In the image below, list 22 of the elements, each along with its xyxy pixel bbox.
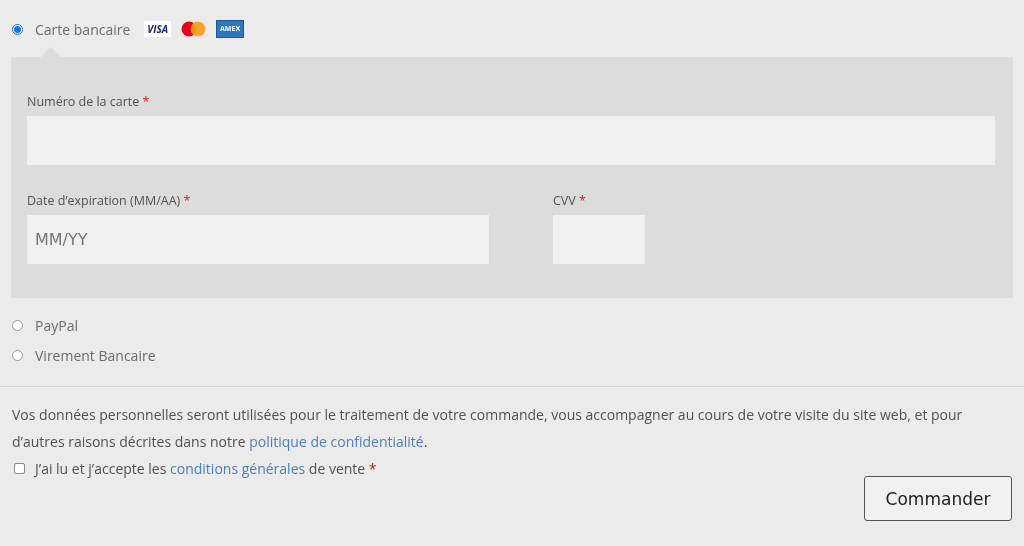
input-field[interactable]: MM/YY <box>27 215 489 264</box>
payment-option-label[interactable]: Carte bancaire <box>35 19 131 39</box>
required-mark: * <box>579 192 586 209</box>
field-label: Numéro de la carte <box>27 93 140 110</box>
privacy-notice: Vos données personnelles seront utilisées pour le traitement de votre commande, vous accompagner au cours de votre visite du site web, et pour d’autres raisons décrites dans notre politique de confidentialité. <box>12 404 964 453</box>
privacy-policy-link[interactable]: politique de confidentialité <box>249 432 424 451</box>
field-label: Date d’expiration (MM/AA) <box>27 192 181 209</box>
terms-label: J’ai lu et j’accepte les conditions générales de vente <box>35 459 366 478</box>
radio-button[interactable] <box>12 319 23 331</box>
payment-option-label[interactable]: PayPal <box>35 315 78 335</box>
radio-button[interactable] <box>12 23 23 35</box>
visa-logo: VISA <box>144 21 172 37</box>
order-button[interactable]: Commander <box>864 476 1012 521</box>
required-mark: * <box>368 459 377 478</box>
mastercard-logo <box>181 21 207 37</box>
terms-link[interactable]: conditions générales <box>170 459 306 478</box>
payment-option-label[interactable]: Virement Bancaire <box>35 345 156 365</box>
checkbox[interactable] <box>14 463 25 474</box>
radio-button[interactable] <box>12 349 23 361</box>
required-mark: * <box>142 93 150 110</box>
field-label: CVV <box>553 192 576 209</box>
required-mark: * <box>183 192 191 209</box>
